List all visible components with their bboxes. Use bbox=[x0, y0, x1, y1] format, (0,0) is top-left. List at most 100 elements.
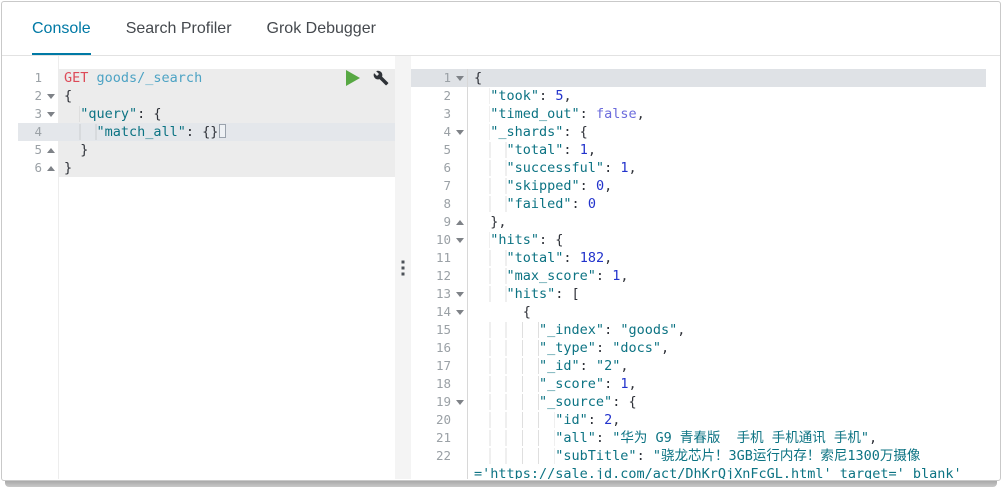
fold-toggle-icon[interactable] bbox=[456, 75, 464, 81]
fold-toggle-icon[interactable] bbox=[456, 399, 464, 405]
code-line[interactable]: 7 "skipped": 0, bbox=[411, 177, 986, 195]
code-line[interactable]: 6} bbox=[18, 159, 395, 177]
fold-toggle-icon[interactable] bbox=[456, 291, 464, 297]
tab-grok-debugger[interactable]: Grok Debugger bbox=[267, 2, 376, 55]
code-line[interactable]: 5 } bbox=[18, 141, 395, 159]
line-number: 12 bbox=[435, 268, 451, 283]
gutter-cell: 12 bbox=[411, 267, 468, 285]
code-text[interactable]: "id": 2, bbox=[468, 411, 986, 429]
code-text[interactable]: "took": 5, bbox=[468, 87, 986, 105]
line-number: 3 bbox=[443, 106, 451, 121]
code-text[interactable]: "_index": "goods", bbox=[468, 321, 986, 339]
fold-toggle-icon[interactable] bbox=[47, 147, 55, 153]
response-code[interactable]: 1{2 "took": 5, 3 "timed_out": false, 4 "_s… bbox=[411, 69, 986, 479]
code-line[interactable]: 15 "_index": "goods", bbox=[411, 321, 986, 339]
code-text[interactable]: }, bbox=[468, 213, 986, 231]
code-text[interactable]: "_score": 1, bbox=[468, 375, 986, 393]
code-text[interactable]: { bbox=[58, 87, 395, 105]
code-line[interactable]: 11 "total": 182, bbox=[411, 249, 986, 267]
code-line[interactable]: 5 "total": 1, bbox=[411, 141, 986, 159]
code-text[interactable]: "successful": 1, bbox=[468, 159, 986, 177]
code-line[interactable]: 9 }, bbox=[411, 213, 986, 231]
tab-console[interactable]: Console bbox=[32, 2, 91, 55]
fold-toggle-icon[interactable] bbox=[456, 219, 464, 225]
request-code[interactable]: 1 GET goods/_search 2{3 "query": {4 "match… bbox=[18, 69, 395, 177]
code-text[interactable]: "hits": [ bbox=[468, 285, 986, 303]
code-line[interactable]: 18 "_score": 1, bbox=[411, 375, 986, 393]
code-text[interactable]: { bbox=[468, 69, 986, 87]
play-icon[interactable] bbox=[346, 70, 360, 86]
text-cursor bbox=[219, 124, 227, 138]
code-line[interactable]: 3 "timed_out": false, bbox=[411, 105, 986, 123]
gutter-cell: 1 bbox=[411, 69, 468, 87]
code-line[interactable]: 2 "took": 5, bbox=[411, 87, 986, 105]
gutter-cell: 4 bbox=[18, 123, 58, 141]
fold-toggle-icon[interactable] bbox=[47, 93, 55, 99]
code-line[interactable]: 22 "subTitle": "骁龙芯片！3GB运行内存！索尼1300万摄像 bbox=[411, 447, 986, 465]
code-line[interactable]: 14 { bbox=[411, 303, 986, 321]
gutter-cell: 5 bbox=[18, 141, 58, 159]
code-line[interactable]: 19 "_source": { bbox=[411, 393, 986, 411]
response-editor[interactable]: 1{2 "took": 5, 3 "timed_out": false, 4 "_s… bbox=[411, 56, 986, 479]
code-line[interactable]: 1{ bbox=[411, 69, 986, 87]
code-line[interactable]: 10 "hits": { bbox=[411, 231, 986, 249]
code-text[interactable]: "hits": { bbox=[468, 231, 986, 249]
code-text[interactable]: "skipped": 0, bbox=[468, 177, 986, 195]
wrench-icon[interactable] bbox=[373, 70, 389, 86]
code-line[interactable]: 16 "_type": "docs", bbox=[411, 339, 986, 357]
gutter-cell: 15 bbox=[411, 321, 468, 339]
line-number: 6 bbox=[34, 160, 42, 175]
fold-toggle-icon[interactable] bbox=[456, 237, 464, 243]
code-text[interactable]: "_shards": { bbox=[468, 123, 986, 141]
code-line[interactable]: 2{ bbox=[18, 87, 395, 105]
line-number: 4 bbox=[34, 124, 42, 139]
fold-toggle-icon[interactable] bbox=[456, 129, 464, 135]
code-text[interactable]: "all": "华为 G9 青春版 手机 手机通讯 手机", bbox=[468, 429, 986, 447]
code-text[interactable]: "query": { bbox=[58, 105, 395, 123]
code-line[interactable]: 4 "match_all": {} bbox=[18, 123, 395, 141]
gutter-cell: 1 bbox=[18, 69, 58, 87]
code-text[interactable]: "max_score": 1, bbox=[468, 267, 986, 285]
gutter-cell: 6 bbox=[18, 159, 58, 177]
code-text[interactable]: "timed_out": false, bbox=[468, 105, 986, 123]
code-text[interactable]: ='https://sale.jd.com/act/DhKrQjXnFcGL.h… bbox=[468, 465, 986, 479]
code-text[interactable]: "_source": { bbox=[468, 393, 986, 411]
code-line[interactable]: 20 "id": 2, bbox=[411, 411, 986, 429]
fold-toggle-icon[interactable] bbox=[456, 309, 464, 315]
code-text[interactable]: "_type": "docs", bbox=[468, 339, 986, 357]
line-number: 1 bbox=[34, 70, 42, 85]
gutter-cell: 5 bbox=[411, 141, 468, 159]
code-text[interactable]: } bbox=[58, 159, 395, 177]
code-line[interactable]: 12 "max_score": 1, bbox=[411, 267, 986, 285]
request-editor[interactable]: 1 GET goods/_search 2{3 "query": {4 "match… bbox=[18, 56, 395, 479]
code-text[interactable]: "match_all": {} bbox=[58, 123, 395, 141]
code-text[interactable]: } bbox=[58, 141, 395, 159]
code-line[interactable]: ='https://sale.jd.com/act/DhKrQjXnFcGL.h… bbox=[411, 465, 986, 479]
fold-toggle-icon[interactable] bbox=[47, 165, 55, 171]
code-text[interactable]: "total": 182, bbox=[468, 249, 986, 267]
line-number: 2 bbox=[443, 88, 451, 103]
line-number: 7 bbox=[443, 178, 451, 193]
line-number: 17 bbox=[435, 358, 451, 373]
code-line[interactable]: 6 "successful": 1, bbox=[411, 159, 986, 177]
gutter-cell: 16 bbox=[411, 339, 468, 357]
line-number: 14 bbox=[435, 304, 451, 319]
code-text[interactable]: "total": 1, bbox=[468, 141, 986, 159]
code-line[interactable]: 8 "failed": 0 bbox=[411, 195, 986, 213]
tab-search-profiler[interactable]: Search Profiler bbox=[126, 2, 232, 55]
code-line[interactable]: 3 "query": { bbox=[18, 105, 395, 123]
code-text[interactable]: "_id": "2", bbox=[468, 357, 986, 375]
code-text[interactable]: "failed": 0 bbox=[468, 195, 986, 213]
line-number: 2 bbox=[34, 88, 42, 103]
code-text[interactable]: { bbox=[468, 303, 986, 321]
code-line[interactable]: 1 GET goods/_search bbox=[18, 69, 395, 87]
code-text[interactable]: GET goods/_search bbox=[58, 69, 395, 87]
code-line[interactable]: 17 "_id": "2", bbox=[411, 357, 986, 375]
pane-resizer[interactable] bbox=[395, 56, 411, 479]
code-line[interactable]: 21 "all": "华为 G9 青春版 手机 手机通讯 手机", bbox=[411, 429, 986, 447]
code-line[interactable]: 13 "hits": [ bbox=[411, 285, 986, 303]
fold-toggle-icon[interactable] bbox=[47, 111, 55, 117]
resizer-handle-icon[interactable] bbox=[401, 260, 405, 275]
code-line[interactable]: 4 "_shards": { bbox=[411, 123, 986, 141]
code-text[interactable]: "subTitle": "骁龙芯片！3GB运行内存！索尼1300万摄像 bbox=[468, 447, 986, 465]
